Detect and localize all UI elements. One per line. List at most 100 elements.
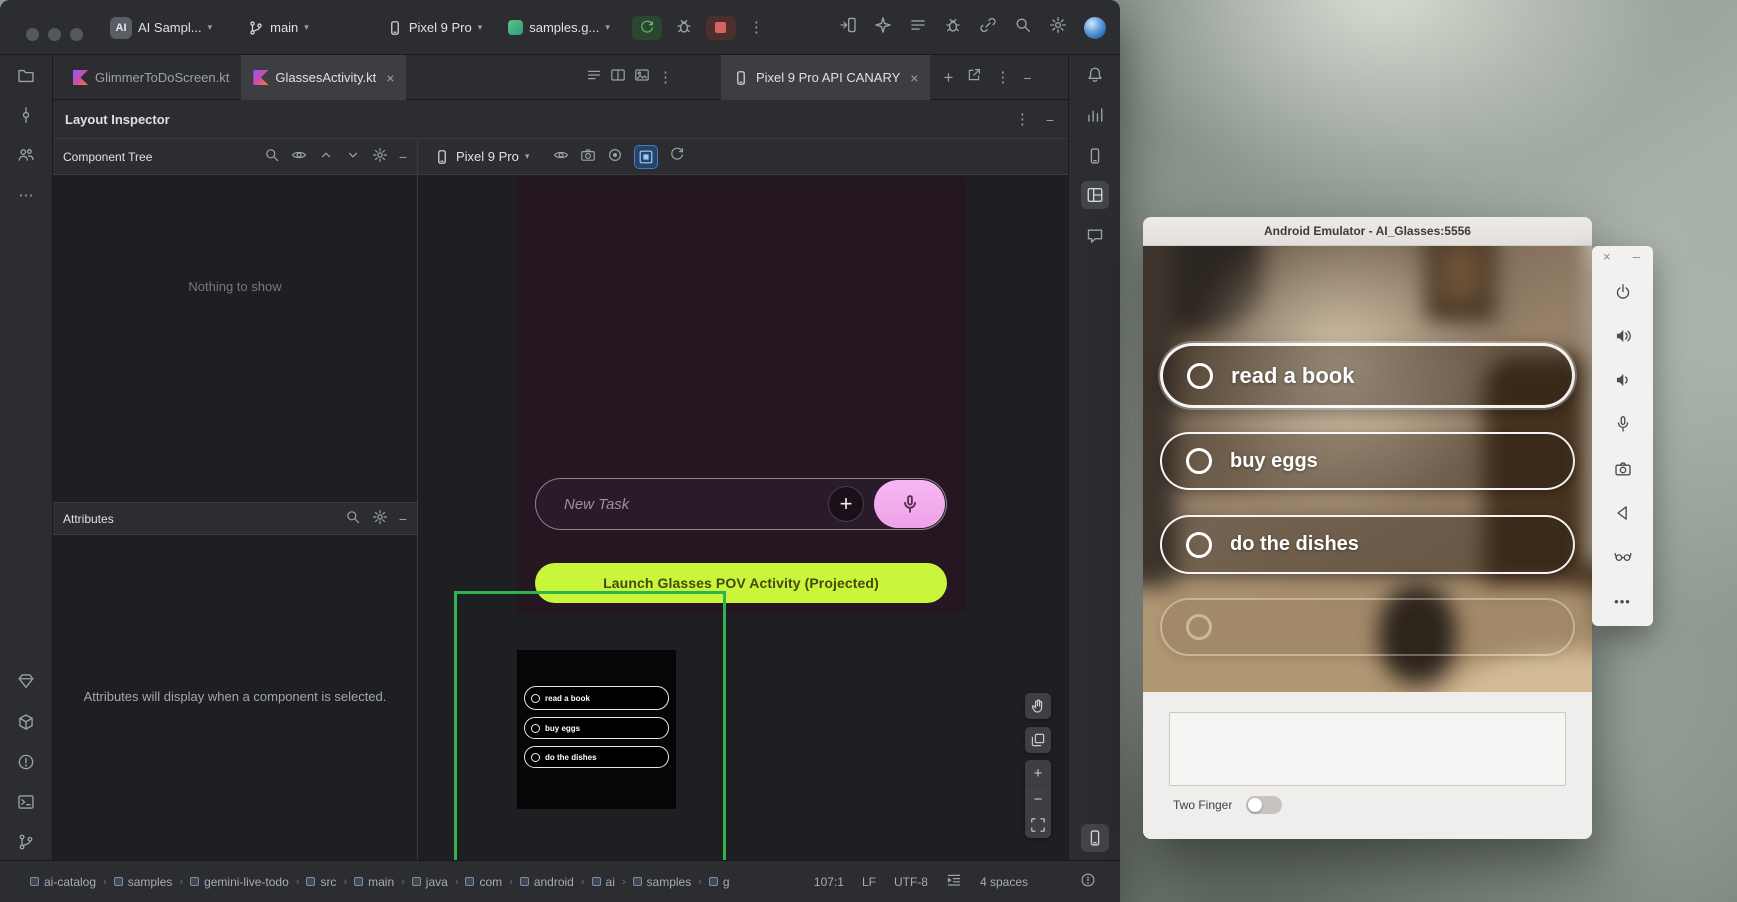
breadcrumb-item[interactable]: g [709, 875, 730, 889]
search-everywhere-button[interactable] [1014, 16, 1032, 39]
emulator-volume-up-button[interactable] [1612, 325, 1634, 347]
feedback-tool-button[interactable] [1083, 224, 1107, 248]
layout-inspector-kebab[interactable]: ⋮ [1015, 112, 1030, 127]
commit-tool-button[interactable] [14, 103, 38, 127]
caret-position-widget[interactable]: 107:1 [814, 875, 844, 889]
visibility-options-button[interactable] [553, 147, 569, 166]
breadcrumb-item[interactable]: ai-catalog [30, 875, 96, 889]
editor-list-button[interactable] [586, 67, 602, 88]
glasses-pov-preview[interactable]: read a book buy eggs do the dishes [517, 650, 676, 809]
toggle-deep-inspect-button[interactable] [634, 145, 658, 169]
device-manager-tool-button[interactable] [1083, 144, 1107, 168]
running-devices-tool-button[interactable] [1081, 824, 1109, 852]
collapse-all-button[interactable] [345, 147, 361, 166]
indent-size-widget[interactable]: 4 spaces [980, 875, 1028, 889]
breadcrumb-item[interactable]: android [520, 875, 574, 889]
zoom-in-button[interactable]: + [1025, 760, 1051, 786]
refresh-layout-button[interactable] [669, 147, 685, 166]
zoom-out-button[interactable]: − [1025, 786, 1051, 812]
emulator-titlebar[interactable]: Android Emulator - AI_Glasses:5556 [1143, 217, 1592, 246]
version-control-tool-button[interactable] [14, 830, 38, 854]
screen-record-button[interactable] [607, 147, 623, 166]
project-selector[interactable]: AI AI Sampl... ▾ [104, 13, 218, 43]
breadcrumb-item[interactable]: java [412, 875, 448, 889]
preview-todo-pill[interactable]: read a book [524, 686, 669, 710]
breadcrumb-item[interactable]: samples [114, 875, 173, 889]
pan-tool-button[interactable] [1025, 693, 1051, 719]
notifications-tool-button[interactable] [1083, 63, 1107, 87]
expand-all-button[interactable] [318, 147, 334, 166]
problems-tool-button[interactable] [14, 750, 38, 774]
tab-glimmertodoscreen[interactable]: GlimmerToDoScreen.kt [61, 55, 241, 100]
add-device-tab-button[interactable]: + [943, 68, 953, 88]
device-selector[interactable]: Pixel 9 Pro ▾ [381, 16, 488, 40]
zoom-window-button[interactable] [70, 28, 83, 41]
emulator-toolbar-close-button[interactable]: × [1603, 250, 1611, 263]
line-separator-widget[interactable]: LF [862, 875, 876, 889]
emulator-mic-button[interactable] [1612, 413, 1634, 435]
emulator-camera-button[interactable] [1612, 458, 1634, 480]
hide-attributes-button[interactable]: − [399, 512, 407, 526]
preview-button[interactable] [634, 67, 650, 88]
dependencies-tool-button[interactable] [14, 710, 38, 734]
tree-settings-button[interactable] [372, 147, 388, 166]
problems-indicator-button[interactable] [1080, 872, 1096, 891]
device-panel-kebab[interactable]: ⋮ [995, 70, 1010, 85]
emulator-volume-down-button[interactable] [1612, 369, 1634, 391]
emulator-back-button[interactable] [1612, 502, 1634, 524]
minimize-window-button[interactable] [48, 28, 61, 41]
rerun-button[interactable] [632, 16, 662, 40]
open-in-new-window-button[interactable] [966, 67, 982, 88]
breadcrumb-item[interactable]: ai [592, 875, 615, 889]
profile-avatar[interactable] [1084, 17, 1106, 39]
breadcrumb-item[interactable]: main [354, 875, 394, 889]
emulator-glasses-button[interactable] [1612, 545, 1634, 567]
tab-glassesactivity[interactable]: GlassesActivity.kt × [241, 55, 406, 100]
running-device-tab[interactable]: Pixel 9 Pro API CANARY × [721, 55, 930, 100]
close-device-tab-icon[interactable]: × [910, 71, 918, 85]
attributes-settings-button[interactable] [372, 509, 388, 528]
compare-layers-button[interactable] [1025, 727, 1051, 753]
breadcrumb-item[interactable]: com [465, 875, 502, 889]
gemini-button[interactable] [874, 16, 892, 39]
tree-view-options-button[interactable] [291, 147, 307, 166]
run-options-kebab[interactable]: ⋮ [749, 20, 764, 35]
encoding-widget[interactable]: UTF-8 [894, 875, 928, 889]
screenshot-button[interactable] [580, 147, 596, 166]
preview-todo-pill[interactable]: buy eggs [524, 717, 669, 739]
breadcrumb-item[interactable]: samples [633, 875, 692, 889]
new-task-input[interactable] [564, 479, 824, 529]
device-link-button[interactable] [979, 16, 997, 39]
structure-tool-button[interactable] [14, 143, 38, 167]
editor-options-kebab[interactable]: ⋮ [658, 70, 673, 85]
add-task-button[interactable]: + [828, 486, 864, 522]
running-device-selector[interactable]: Pixel 9 Pro ▾ [428, 144, 535, 170]
profiler-button[interactable] [944, 16, 962, 39]
minimize-panel-button[interactable]: − [1023, 71, 1031, 85]
gradle-tool-button[interactable] [1083, 103, 1107, 127]
logcat-button[interactable] [909, 16, 927, 39]
build-variants-tool-button[interactable] [14, 669, 38, 693]
emulator-input-area[interactable] [1169, 712, 1566, 786]
indent-widget-button[interactable] [946, 872, 962, 891]
new-task-field[interactable]: + [535, 478, 947, 530]
voice-input-button[interactable] [874, 480, 945, 528]
run-configuration-selector[interactable]: samples.g... ▾ [502, 16, 616, 39]
attributes-search-button[interactable] [345, 509, 361, 528]
breadcrumb-item[interactable]: src [306, 875, 336, 889]
hide-layout-inspector-button[interactable]: − [1046, 113, 1054, 127]
project-tool-button[interactable] [14, 64, 38, 88]
terminal-tool-button[interactable] [14, 790, 38, 814]
todo-pill[interactable]: do the dishes [1160, 515, 1575, 574]
emulator-toolbar-minimize-button[interactable]: – [1633, 250, 1640, 263]
zoom-to-fit-button[interactable] [1025, 812, 1051, 838]
preview-todo-pill[interactable]: do the dishes [524, 746, 669, 768]
hide-tree-button[interactable]: − [399, 150, 407, 164]
split-editor-button[interactable] [610, 67, 626, 88]
device-streaming-button[interactable] [839, 16, 857, 39]
two-finger-toggle[interactable] [1246, 796, 1282, 814]
settings-button[interactable] [1049, 16, 1067, 39]
close-window-button[interactable] [26, 28, 39, 41]
layout-inspector-tool-button[interactable] [1081, 181, 1109, 209]
more-tools-button[interactable]: ⋯ [14, 183, 38, 207]
